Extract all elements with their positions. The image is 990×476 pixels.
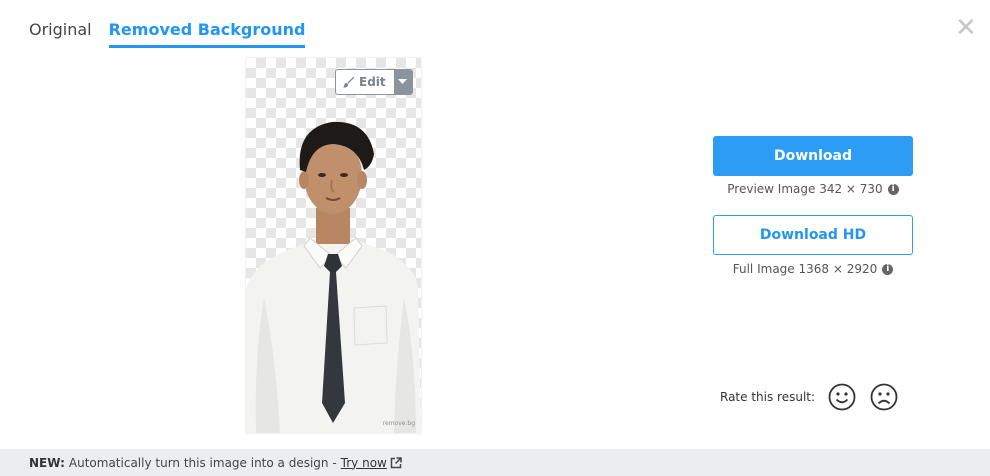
full-image-info: Full Image 1368 × 2920 i [713,262,913,276]
image-preview: remove.bg [246,58,421,433]
footer-banner: NEW: Automatically turn this image into … [0,449,990,476]
edit-button[interactable]: Edit [336,70,394,94]
smiley-face-icon[interactable] [827,382,857,412]
edit-label: Edit [359,75,386,89]
footer-text: Automatically turn this image into a des… [68,455,337,470]
close-icon[interactable]: ✕ [955,15,977,41]
rate-label: Rate this result: [720,390,816,404]
edit-button-group: Edit [335,69,413,95]
caret-down-icon [398,79,408,84]
person-photo [246,121,421,433]
preview-image-info: Preview Image 342 × 730 i [713,182,913,196]
watermark: remove.bg [382,420,415,427]
frowning-face-icon[interactable] [869,382,899,412]
full-image-size: Full Image 1368 × 2920 [732,262,878,276]
new-label: NEW: [29,455,65,470]
tab-original[interactable]: Original [29,20,92,48]
rating: Rate this result: [720,382,899,412]
edit-dropdown-toggle[interactable] [393,70,412,94]
download-button[interactable]: Download [713,136,913,176]
info-icon[interactable]: i [887,183,899,195]
tab-removed-background[interactable]: Removed Background [108,20,306,48]
brush-icon [343,76,355,88]
preview-image-size: Preview Image 342 × 730 [727,182,883,196]
info-icon[interactable]: i [882,263,894,275]
tabs: Original Removed Background [29,20,306,48]
external-link-icon[interactable] [390,456,402,469]
download-hd-button[interactable]: Download HD [713,215,913,255]
try-now-link[interactable]: Try now [341,456,387,470]
